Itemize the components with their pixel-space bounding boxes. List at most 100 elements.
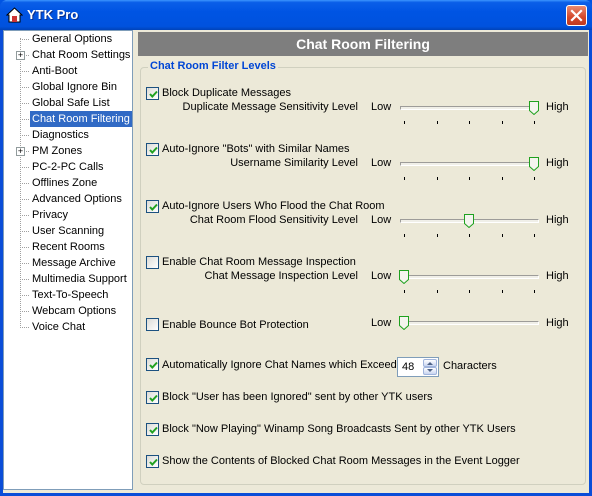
option-checkbox[interactable] bbox=[146, 423, 159, 436]
sidebar-item-global-safe-list[interactable]: Global Safe List bbox=[4, 95, 132, 111]
filter-checkbox[interactable] bbox=[146, 256, 159, 269]
spin-down-button[interactable] bbox=[423, 367, 437, 375]
group-title: Chat Room Filter Levels bbox=[148, 60, 278, 72]
arrow-down-icon bbox=[427, 369, 433, 372]
sidebar-item-privacy[interactable]: Privacy bbox=[4, 207, 132, 223]
option-checkbox[interactable] bbox=[146, 391, 159, 404]
sidebar-item-label: Anti-Boot bbox=[32, 65, 78, 77]
filter-label: Block Duplicate Messages bbox=[162, 87, 292, 99]
slider-label: Chat Message Inspection Level bbox=[204, 270, 358, 282]
slider-tick bbox=[469, 290, 470, 293]
sidebar-item-pm-zones[interactable]: + PM Zones bbox=[4, 143, 132, 159]
sidebar-item-diagnostics[interactable]: Diagnostics bbox=[4, 127, 132, 143]
ignore-names-checkbox[interactable] bbox=[146, 358, 159, 371]
expand-icon[interactable]: + bbox=[16, 51, 25, 60]
filter-checkbox[interactable] bbox=[146, 143, 159, 156]
slider-tick bbox=[437, 121, 438, 124]
main-window: YTK Pro General Options + Chat Room Settin… bbox=[0, 0, 592, 496]
name-length-value[interactable]: 48 bbox=[402, 361, 414, 373]
slider-tick bbox=[502, 177, 503, 180]
sensitivity-slider-thumb[interactable] bbox=[529, 101, 539, 116]
sidebar-item-label: Diagnostics bbox=[32, 129, 89, 141]
filter-label: Enable Chat Room Message Inspection bbox=[162, 256, 356, 268]
arrow-up-icon bbox=[427, 362, 433, 365]
sidebar-item-recent-rooms[interactable]: Recent Rooms bbox=[4, 239, 132, 255]
high-label: High bbox=[546, 157, 569, 169]
slider-tick bbox=[534, 234, 535, 237]
sidebar-item-label: Advanced Options bbox=[32, 193, 122, 205]
slider-tick bbox=[404, 290, 405, 293]
sidebar-item-advanced-options[interactable]: Advanced Options bbox=[4, 191, 132, 207]
slider-tick bbox=[534, 121, 535, 124]
window-title: YTK Pro bbox=[27, 7, 79, 22]
page-title: Chat Room Filtering bbox=[138, 32, 588, 56]
sidebar-item-label: Recent Rooms bbox=[32, 241, 105, 253]
sidebar-item-label: PM Zones bbox=[32, 145, 83, 157]
slider-label: Chat Room Flood Sensitivity Level bbox=[189, 214, 358, 226]
option-label: Show the Contents of Blocked Chat Room M… bbox=[162, 455, 520, 467]
slider-label: Username Similarity Level bbox=[230, 157, 358, 169]
sidebar-item-webcam-options[interactable]: Webcam Options bbox=[4, 303, 132, 319]
spin-up-button[interactable] bbox=[423, 359, 437, 367]
low-label: Low bbox=[371, 317, 392, 329]
sidebar-item-label: Text-To-Speech bbox=[32, 289, 109, 301]
filter-label: Auto-Ignore "Bots" with Similar Names bbox=[162, 143, 350, 155]
bounce-slider-thumb[interactable] bbox=[399, 316, 409, 331]
sidebar-item-label: Webcam Options bbox=[32, 305, 117, 317]
sidebar-item-offlines-zone[interactable]: Offlines Zone bbox=[4, 175, 132, 191]
sidebar-item-multimedia-support[interactable]: Multimedia Support bbox=[4, 271, 132, 287]
sidebar-item-user-scanning[interactable]: User Scanning bbox=[4, 223, 132, 239]
filter-checkbox[interactable] bbox=[146, 200, 159, 213]
slider-tick bbox=[534, 290, 535, 293]
sidebar-item-label: General Options bbox=[32, 33, 113, 45]
sensitivity-slider-thumb[interactable] bbox=[529, 157, 539, 172]
sidebar-item-global-ignore-bin[interactable]: Global Ignore Bin bbox=[4, 79, 132, 95]
bounce-slider-track[interactable] bbox=[400, 321, 539, 325]
sidebar-item-general-options[interactable]: General Options bbox=[4, 31, 132, 47]
sidebar-item-label: Message Archive bbox=[32, 257, 116, 269]
sensitivity-slider-track[interactable] bbox=[400, 162, 539, 166]
sensitivity-slider-track[interactable] bbox=[400, 106, 539, 110]
sensitivity-slider-thumb[interactable] bbox=[464, 214, 474, 229]
slider-tick bbox=[404, 234, 405, 237]
title-bar[interactable]: YTK Pro bbox=[0, 0, 592, 30]
bounce-bot-checkbox[interactable] bbox=[146, 318, 159, 331]
slider-tick bbox=[502, 290, 503, 293]
sidebar-item-message-archive[interactable]: Message Archive bbox=[4, 255, 132, 271]
sidebar-item-label: Global Ignore Bin bbox=[32, 81, 117, 93]
expand-icon[interactable]: + bbox=[16, 147, 25, 156]
sidebar-item-label: Chat Room Filtering bbox=[30, 111, 132, 127]
sidebar-item-text-to-speech[interactable]: Text-To-Speech bbox=[4, 287, 132, 303]
sidebar-item-label: Multimedia Support bbox=[32, 273, 127, 285]
sidebar-item-pc-2-pc-calls[interactable]: PC-2-PC Calls bbox=[4, 159, 132, 175]
app-icon bbox=[6, 7, 23, 23]
low-label: Low bbox=[371, 101, 392, 113]
high-label: High bbox=[546, 214, 569, 226]
sidebar-item-anti-boot[interactable]: Anti-Boot bbox=[4, 63, 132, 79]
slider-tick bbox=[437, 290, 438, 293]
sensitivity-slider-thumb[interactable] bbox=[399, 270, 409, 285]
close-button[interactable] bbox=[566, 5, 587, 26]
high-label: High bbox=[546, 101, 569, 113]
sidebar-item-label: Chat Room Settings bbox=[32, 49, 131, 61]
sensitivity-slider-track[interactable] bbox=[400, 275, 539, 279]
sidebar-item-label: User Scanning bbox=[32, 225, 105, 237]
slider-tick bbox=[404, 177, 405, 180]
high-label: High bbox=[546, 270, 569, 282]
name-length-spinner[interactable]: 48 bbox=[397, 357, 439, 377]
filter-checkbox[interactable] bbox=[146, 87, 159, 100]
bounce-bot-label: Enable Bounce Bot Protection bbox=[162, 319, 309, 331]
slider-tick bbox=[502, 121, 503, 124]
sidebar-item-label: Global Safe List bbox=[32, 97, 110, 109]
low-label: Low bbox=[371, 270, 392, 282]
slider-tick bbox=[437, 177, 438, 180]
sidebar-item-chat-room-filtering[interactable]: Chat Room Filtering bbox=[4, 111, 132, 127]
sidebar-item-label: PC-2-PC Calls bbox=[32, 161, 104, 173]
sidebar-item-chat-room-settings[interactable]: + Chat Room Settings bbox=[4, 47, 132, 63]
option-checkbox[interactable] bbox=[146, 455, 159, 468]
high-label: High bbox=[546, 317, 569, 329]
low-label: Low bbox=[371, 214, 392, 226]
sidebar-item-voice-chat[interactable]: Voice Chat bbox=[4, 319, 132, 335]
slider-label: Duplicate Message Sensitivity Level bbox=[182, 101, 358, 113]
options-tree[interactable]: General Options + Chat Room Settings Anti-B… bbox=[3, 30, 133, 490]
